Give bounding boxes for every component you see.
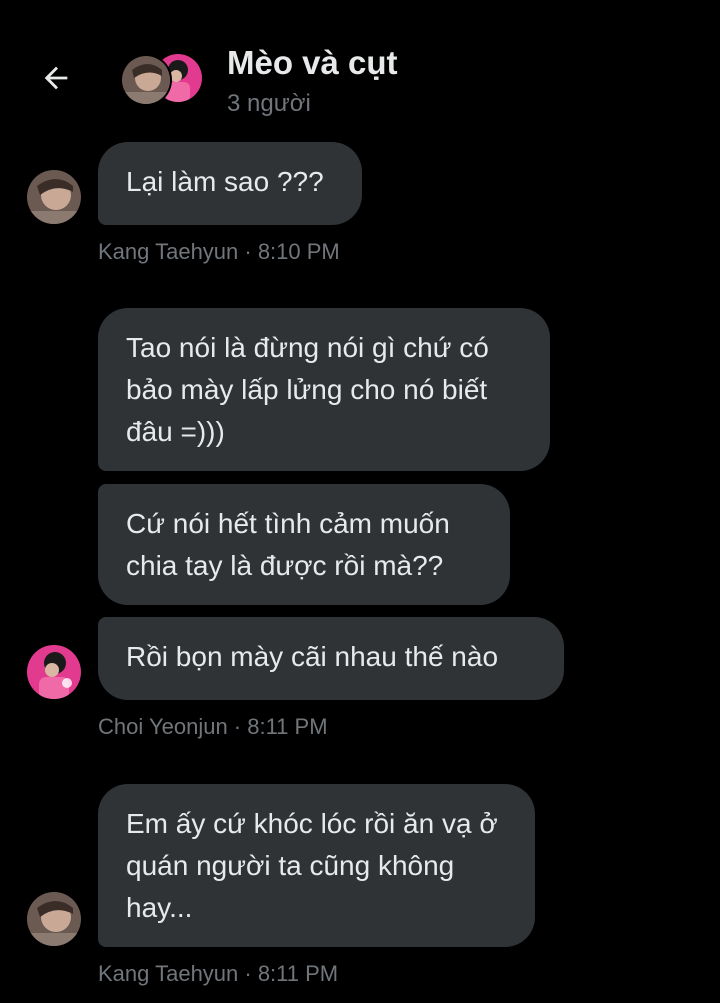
group-avatar-taehyun <box>122 56 170 104</box>
message-text: Lại làm sao ??? <box>126 166 324 197</box>
message-text: Em ấy cứ khóc lóc rồi ăn vạ ở quán người… <box>126 808 498 923</box>
message-bubble[interactable]: Cứ nói hết tình cảm muốn chia tay là đượ… <box>98 484 510 605</box>
message-bubble[interactable]: Lại làm sao ??? <box>98 142 362 225</box>
conversation-header: Mèo và cụt 3 người <box>0 0 720 130</box>
message-text: Cứ nói hết tình cảm muốn chia tay là đượ… <box>126 508 450 581</box>
message-meta: Kang Taehyun · 8:10 PM <box>98 239 340 264</box>
avatar-choi-yeonjun[interactable] <box>27 645 81 699</box>
message-bubble[interactable]: Em ấy cứ khóc lóc rồi ăn vạ ở quán người… <box>98 784 535 947</box>
avatar-kang-taehyun[interactable] <box>27 892 81 946</box>
message-bubble[interactable]: Tao nói là đừng nói gì chứ có bảo mày lấ… <box>98 308 550 471</box>
back-button[interactable] <box>36 58 76 98</box>
message-text: Tao nói là đừng nói gì chứ có bảo mày lấ… <box>126 332 489 447</box>
message-text: Rồi bọn mày cãi nhau thế nào <box>126 641 499 672</box>
participant-count[interactable]: 3 người <box>227 90 311 118</box>
conversation-title[interactable]: Mèo và cụt <box>227 44 398 82</box>
message-bubble[interactable]: Rồi bọn mày cãi nhau thế nào <box>98 617 564 700</box>
group-avatar[interactable] <box>122 54 202 106</box>
message-meta: Kang Taehyun · 8:11 PM <box>98 961 339 986</box>
message-meta: Choi Yeonjun · 8:11 PM <box>98 714 328 739</box>
arrow-left-icon <box>44 66 68 90</box>
avatar-kang-taehyun[interactable] <box>27 170 81 224</box>
